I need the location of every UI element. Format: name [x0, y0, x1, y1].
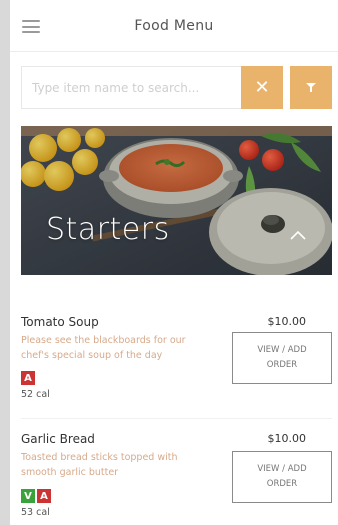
item-divider — [21, 418, 332, 419]
item-calories: 52 cal — [21, 389, 50, 400]
section-title: Starters — [46, 212, 170, 247]
menu-item: Garlic Bread $10.00 Toasted bread sticks… — [21, 432, 332, 525]
item-calories: 53 cal — [21, 507, 50, 518]
search-field[interactable] — [21, 66, 241, 109]
item-name: Tomato Soup — [21, 315, 99, 329]
dietary-badges: V A — [21, 489, 51, 503]
starters-food-photo — [21, 126, 332, 275]
view-add-order-button[interactable]: VIEW / ADD ORDER — [232, 451, 332, 503]
item-price: $10.00 — [267, 432, 307, 445]
top-bar: Food Menu — [10, 0, 338, 52]
search-input[interactable] — [22, 80, 241, 95]
allergen-badge: A — [37, 489, 51, 503]
dietary-badges: A — [21, 371, 35, 385]
app-screen: Food Menu ✕ — [10, 0, 338, 525]
item-price: $10.00 — [267, 315, 307, 328]
allergen-badge: A — [21, 371, 35, 385]
close-icon: ✕ — [254, 76, 270, 98]
clear-search-button[interactable]: ✕ — [241, 66, 283, 109]
filter-button[interactable] — [290, 66, 332, 109]
menu-item: Tomato Soup $10.00 Please see the blackb… — [21, 315, 332, 410]
chevron-up-icon[interactable] — [290, 227, 306, 243]
item-description: Please see the blackboards for our chef'… — [21, 335, 186, 361]
filter-icon — [306, 83, 316, 92]
hamburger-menu-icon[interactable] — [22, 20, 40, 33]
search-bar: ✕ — [21, 66, 332, 109]
page-title: Food Menu — [134, 17, 214, 34]
view-add-order-button[interactable]: VIEW / ADD ORDER — [232, 332, 332, 384]
item-name: Garlic Bread — [21, 432, 95, 446]
section-banner-starters[interactable]: Starters — [21, 126, 332, 275]
vegetarian-badge: V — [21, 489, 35, 503]
item-description: Toasted bread sticks topped with smooth … — [21, 452, 178, 478]
